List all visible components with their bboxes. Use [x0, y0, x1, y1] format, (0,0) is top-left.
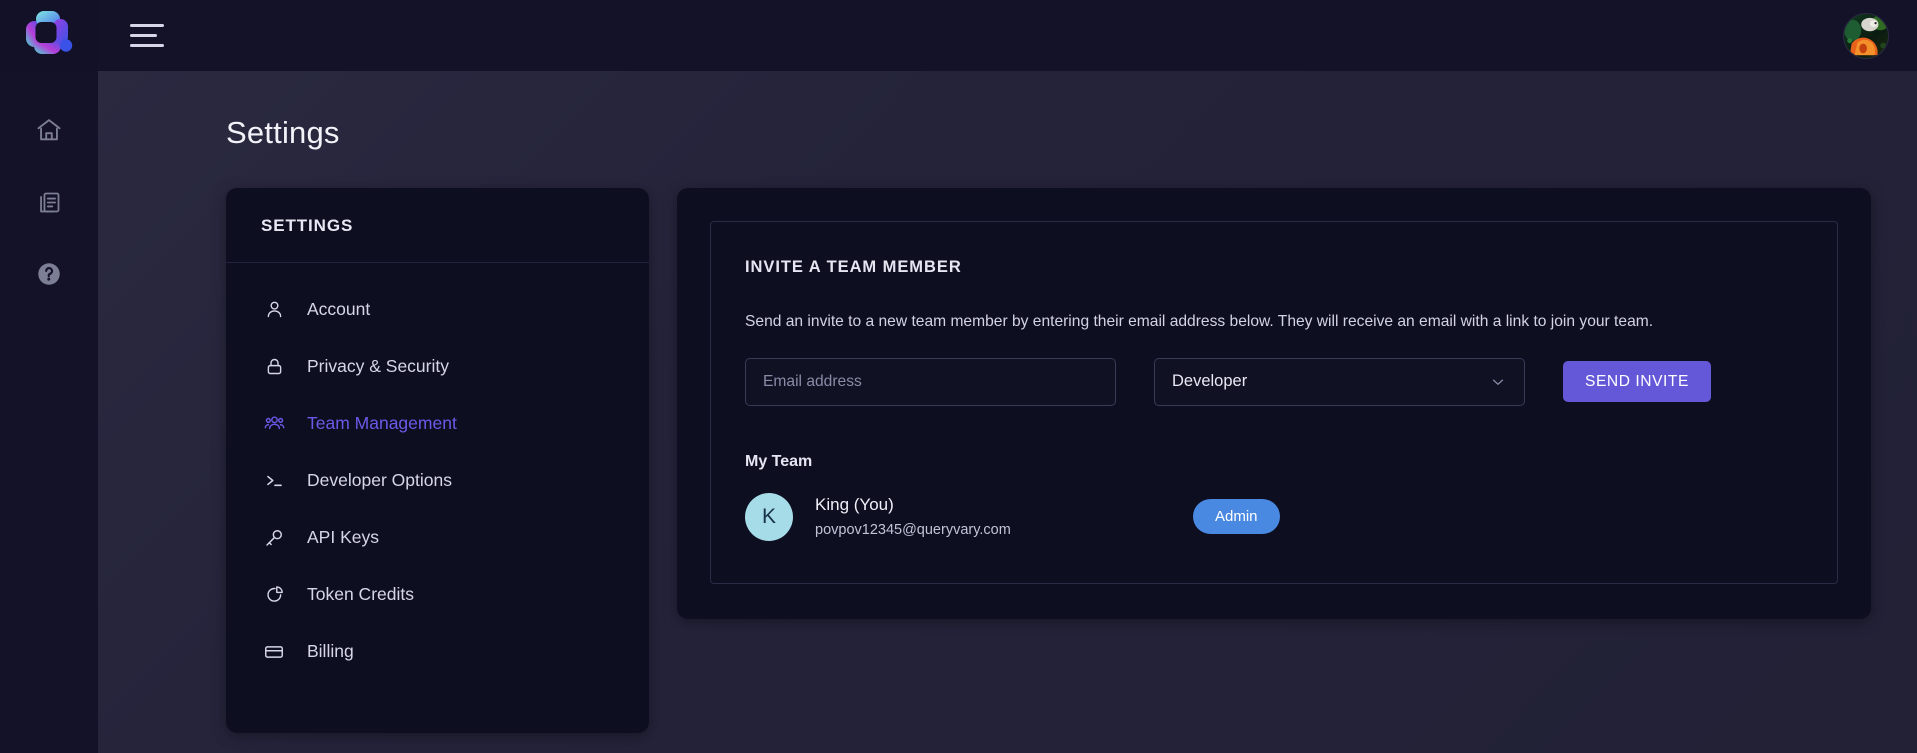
page-title: Settings [226, 115, 340, 150]
rail-item-help[interactable] [26, 251, 72, 297]
settings-layout: SETTINGS Account Privacy & Security Team… [98, 188, 1917, 733]
top-bar [98, 0, 1917, 71]
role-select-value: Developer [1172, 372, 1248, 391]
help-circle-icon [35, 260, 63, 288]
sidebar-item-label: Token Credits [307, 584, 414, 604]
documents-icon [36, 189, 63, 216]
invite-panel: INVITE A TEAM MEMBER Send an invite to a… [710, 221, 1838, 584]
lock-icon [262, 355, 286, 379]
key-icon [262, 526, 286, 550]
invite-description: Send an invite to a new team member by e… [745, 313, 1654, 330]
sidebar-item-developer-options[interactable]: Developer Options [226, 452, 649, 509]
sidebar-item-label: API Keys [307, 527, 379, 547]
member-name: King (You) [815, 495, 894, 515]
user-avatar-photo-icon [1844, 13, 1888, 58]
left-icon-rail [0, 0, 98, 753]
settings-card-header: SETTINGS [226, 188, 649, 263]
settings-heading: SETTINGS [261, 216, 354, 235]
person-icon [262, 298, 286, 322]
hamburger-menu-icon[interactable] [130, 24, 164, 47]
home-icon [35, 116, 63, 144]
people-group-icon [262, 412, 286, 436]
role-select[interactable]: Developer [1154, 357, 1525, 406]
chevron-down-icon [1489, 373, 1507, 391]
querycraft-q-logo-icon [26, 10, 73, 54]
settings-nav-card: SETTINGS Account Privacy & Security Team… [226, 188, 649, 733]
app-logo[interactable] [0, 0, 98, 71]
member-email: povpov12345@queryvary.com [815, 522, 1011, 539]
email-field[interactable] [745, 357, 1116, 406]
rail-item-documents[interactable] [26, 179, 72, 225]
sidebar-item-api-keys[interactable]: API Keys [226, 509, 649, 566]
send-invite-button[interactable]: SEND INVITE [1563, 361, 1711, 403]
right-region: Settings SETTINGS Account Privacy & Secu… [98, 0, 1917, 753]
team-member-row: K King (You) povpov12345@queryvary.com A… [745, 492, 1803, 541]
sidebar-item-label: Developer Options [307, 470, 452, 490]
app-root: Settings SETTINGS Account Privacy & Secu… [0, 0, 1917, 753]
sidebar-item-label: Billing [307, 641, 354, 661]
hamburger-line [130, 34, 157, 37]
sidebar-item-team-management[interactable]: Team Management [226, 395, 649, 452]
invite-form-row: Developer SEND INVITE [745, 357, 1803, 406]
pie-chart-icon [262, 583, 286, 607]
my-team-label: My Team [745, 452, 813, 470]
rail-item-home[interactable] [26, 107, 72, 153]
sidebar-item-token-credits[interactable]: Token Credits [226, 566, 649, 623]
sidebar-item-label: Account [307, 299, 371, 319]
hamburger-line [130, 44, 164, 47]
page-content: Settings SETTINGS Account Privacy & Secu… [98, 71, 1917, 753]
invite-heading: INVITE A TEAM MEMBER [745, 258, 962, 276]
team-management-card: INVITE A TEAM MEMBER Send an invite to a… [677, 188, 1871, 619]
member-role-badge[interactable]: Admin [1193, 499, 1280, 535]
terminal-prompt-icon [262, 469, 286, 493]
sidebar-item-label: Privacy & Security [307, 356, 449, 376]
hamburger-line [130, 24, 164, 27]
settings-nav-list: Account Privacy & Security Team Manageme… [226, 263, 649, 710]
member-details: King (You) povpov12345@queryvary.com [815, 495, 1155, 538]
sidebar-item-billing[interactable]: Billing [226, 623, 649, 680]
sidebar-item-account[interactable]: Account [226, 281, 649, 338]
credit-card-icon [262, 640, 286, 664]
rail-icon-list [0, 71, 98, 297]
avatar: K [745, 492, 793, 541]
sidebar-item-privacy-security[interactable]: Privacy & Security [226, 338, 649, 395]
user-avatar-button[interactable] [1843, 12, 1889, 59]
sidebar-item-label: Team Management [307, 413, 457, 433]
